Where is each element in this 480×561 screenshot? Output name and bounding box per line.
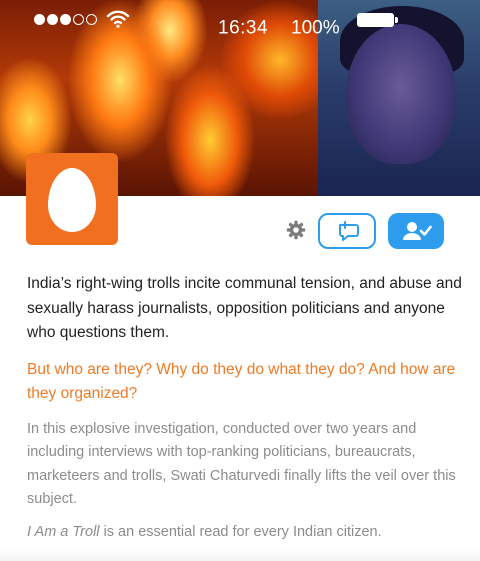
status-time: 16:34 [218, 17, 269, 39]
questions-paragraph: But who are they? Why do they do what th… [27, 360, 456, 403]
intro-paragraph: India’s right-wing trolls incite communa… [27, 275, 462, 341]
battery-percent: 100% [291, 17, 340, 39]
tweet-to-button[interactable] [318, 213, 376, 249]
closing-text: is an essential read for every Indian ci… [99, 523, 382, 540]
follow-person-icon [403, 222, 432, 240]
book-title: I Am a Troll [27, 523, 100, 540]
bottom-fade [0, 548, 480, 561]
gear-icon[interactable] [286, 220, 306, 240]
profile-avatar[interactable] [26, 153, 118, 245]
closing-paragraph: I Am a Troll is an essential read for ev… [27, 521, 467, 545]
book-description: India’s right-wing trolls incite communa… [27, 272, 467, 544]
egg-avatar-icon [48, 168, 96, 232]
compose-tweet-icon [339, 221, 359, 241]
battery-icon [357, 13, 398, 27]
status-bar: 16:34 100% [0, 0, 480, 40]
follow-button[interactable] [388, 213, 444, 249]
investigation-paragraph: In this explosive investigation, conduct… [27, 420, 456, 508]
wifi-icon [106, 10, 130, 28]
